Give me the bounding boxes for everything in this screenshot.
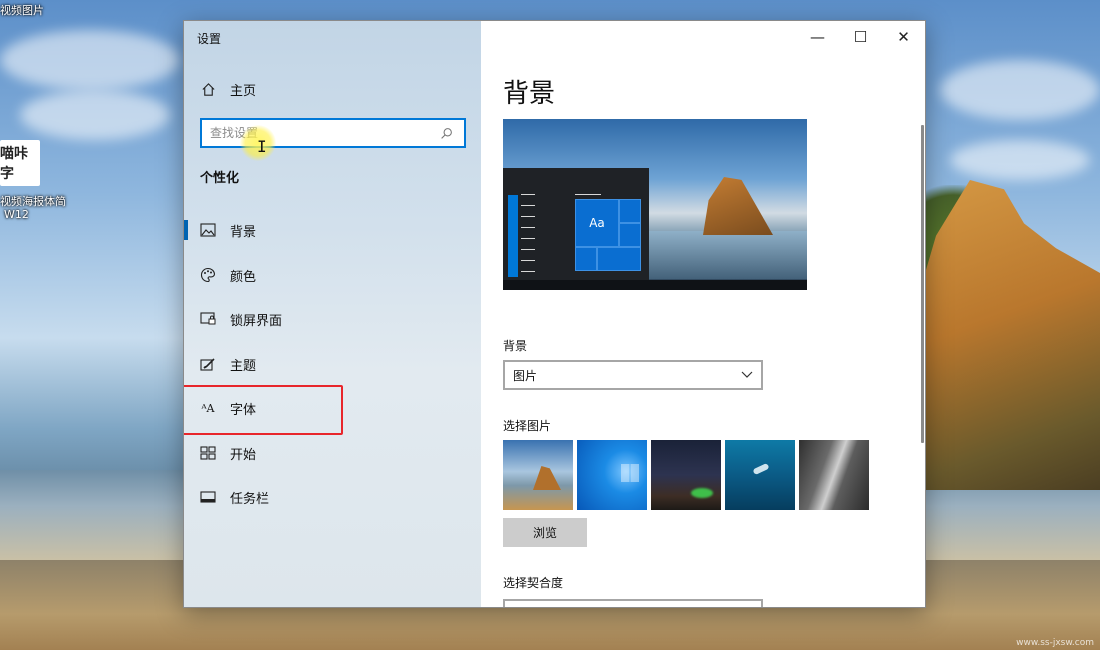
desktop-file-icon[interactable]: 喵咔字 [0, 140, 40, 186]
annotation-highlight-frame [184, 385, 343, 435]
page-title: 背景 [503, 79, 556, 109]
sidebar-item-theme[interactable]: 主题 [184, 346, 481, 382]
minimize-button[interactable]: — [796, 21, 839, 53]
preview-taskbar [503, 280, 807, 290]
desktop-file-label[interactable]: 视频海报体简 [0, 193, 66, 209]
palette-icon [200, 267, 216, 283]
sidebar-item-taskbar[interactable]: 任务栏 [184, 479, 481, 515]
theme-brush-icon [200, 356, 216, 372]
preview-tile [619, 199, 641, 223]
preview-menu-line [521, 238, 535, 239]
sidebar-item-start[interactable]: 开始 [184, 435, 481, 471]
preview-menu-line [521, 271, 535, 272]
picture-thumbnails [503, 440, 869, 510]
preview-menu-line [521, 216, 535, 217]
start-tiles-icon [200, 445, 216, 461]
background-label: 背景 [503, 339, 528, 353]
preview-menu-line [575, 194, 601, 195]
desktop-cloud [940, 60, 1100, 120]
preview-menu-line [521, 227, 535, 228]
preview-menu-line [521, 260, 535, 261]
lockscreen-icon [200, 311, 216, 327]
sidebar-item-label: 开始 [230, 447, 257, 463]
desktop-item-label[interactable]: 视频图片 [0, 2, 44, 18]
picture-thumbnail[interactable] [799, 440, 869, 510]
preview-rock [703, 177, 773, 235]
window-title: 设置 [197, 32, 222, 46]
content-pane: — ☐ ✕ 背景 Aa 背景 图片 选择图片 浏览 选择契合度 [481, 21, 925, 607]
search-input[interactable] [202, 121, 440, 145]
settings-window: 设置 主页 I 个性化 背景 颜色 [183, 20, 926, 608]
sidebar: 设置 主页 I 个性化 背景 颜色 [184, 21, 481, 607]
chevron-down-icon [741, 368, 753, 382]
sidebar-item-label: 任务栏 [230, 491, 270, 507]
preview-tile-aa: Aa [575, 199, 619, 247]
desktop-cloud [950, 140, 1090, 180]
preview-tile [597, 247, 641, 271]
desktop-file-label-2: W12 [4, 208, 29, 221]
preview-menu-line [521, 194, 535, 195]
sidebar-item-label: 主题 [230, 358, 257, 374]
picture-thumbnail[interactable] [503, 440, 573, 510]
picture-thumbnail[interactable] [577, 440, 647, 510]
picture-icon [200, 222, 216, 238]
sidebar-item-label: 锁屏界面 [230, 313, 283, 329]
sidebar-item-lockscreen[interactable]: 锁屏界面 [184, 301, 481, 337]
watermark: www.ss-jxsw.com [1016, 638, 1094, 648]
picture-thumbnail[interactable] [651, 440, 721, 510]
home-icon [200, 81, 216, 97]
sidebar-item-background[interactable]: 背景 [184, 212, 481, 248]
picture-thumbnail[interactable] [725, 440, 795, 510]
sidebar-item-label: 颜色 [230, 269, 257, 285]
close-button[interactable]: ✕ [882, 21, 925, 53]
preview-menu-selection [508, 195, 518, 277]
preview-menu-line [521, 249, 535, 250]
choose-picture-label: 选择图片 [503, 419, 552, 433]
taskbar-icon [200, 489, 216, 505]
window-controls: — ☐ ✕ [796, 21, 925, 53]
desktop-cloud [20, 90, 170, 140]
preview-tile [619, 223, 641, 247]
fit-dropdown[interactable] [503, 599, 763, 607]
section-title: 个性化 [200, 171, 240, 186]
sidebar-item-color[interactable]: 颜色 [184, 257, 481, 293]
fit-label: 选择契合度 [503, 576, 564, 590]
preview-menu-line [521, 205, 535, 206]
desktop-cloud [0, 30, 180, 90]
scrollbar[interactable] [921, 125, 924, 443]
search-icon[interactable] [440, 127, 458, 140]
background-preview: Aa [503, 119, 807, 290]
browse-button[interactable]: 浏览 [503, 518, 587, 547]
background-type-dropdown[interactable]: 图片 [503, 360, 763, 390]
sidebar-home-label: 主页 [230, 83, 257, 99]
dropdown-value: 图片 [513, 368, 538, 383]
text-cursor-icon: I [257, 137, 267, 156]
sidebar-item-home[interactable]: 主页 [184, 71, 481, 107]
file-icon-text: 喵咔字 [0, 146, 28, 182]
maximize-button[interactable]: ☐ [839, 21, 882, 53]
sidebar-item-label: 背景 [230, 224, 257, 240]
preview-tile [575, 247, 597, 271]
